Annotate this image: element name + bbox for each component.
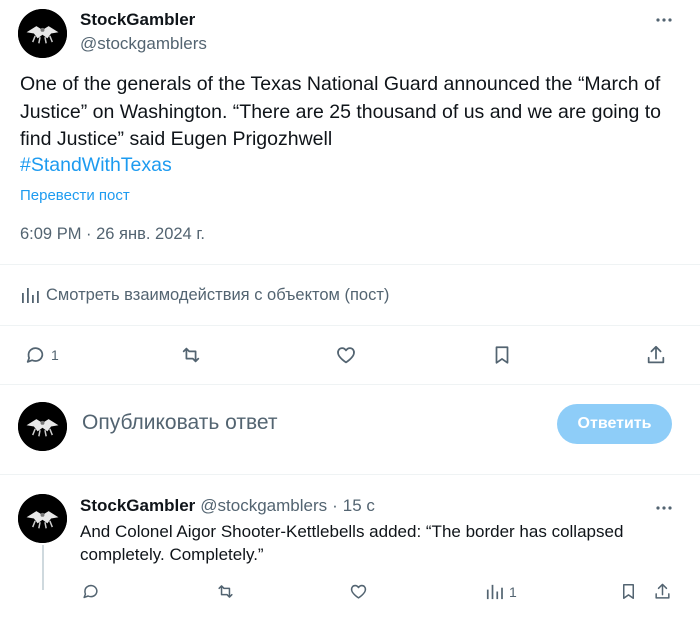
reply-icon	[83, 584, 98, 599]
reply-author-avatar[interactable]	[18, 494, 67, 543]
analytics-icon	[486, 584, 503, 600]
translate-post-link[interactable]: Перевести пост	[20, 187, 130, 204]
reply-text: And Colonel Aigor Shooter-Kettlebells ad…	[80, 522, 624, 564]
reply-views-count: 1	[509, 583, 517, 600]
reply-button[interactable]: 1	[24, 344, 59, 366]
post-text: One of the generals of the Texas Nationa…	[20, 73, 661, 150]
divider	[0, 384, 700, 385]
reply-more-options-icon[interactable]	[654, 498, 674, 518]
repost-button[interactable]	[180, 344, 202, 366]
thread-line	[42, 545, 44, 590]
share-icon	[647, 345, 665, 364]
repost-icon	[218, 585, 233, 598]
share-icon	[655, 583, 670, 599]
post-timestamp[interactable]: 6:09 PM · 26 янв. 2024 г.	[20, 225, 205, 244]
reply-author-name[interactable]: StockGambler	[80, 496, 195, 516]
reply-views-button[interactable]: 1	[485, 582, 517, 601]
heart-icon	[350, 584, 367, 599]
divider	[0, 474, 700, 475]
heart-icon	[337, 347, 355, 364]
reply-separator: ·	[332, 496, 338, 515]
reply-input[interactable]: Опубликовать ответ	[82, 411, 278, 435]
current-user-avatar[interactable]	[18, 402, 67, 451]
reply-header: StockGambler @stockgamblers · 15 с	[80, 496, 375, 516]
repost-icon	[182, 347, 200, 363]
avatar-image	[18, 9, 67, 58]
reply-share-button[interactable]	[653, 582, 672, 601]
analytics-label: Смотреть взаимодействия с объектом (пост…	[46, 285, 390, 304]
more-options-icon[interactable]	[654, 10, 674, 30]
share-button[interactable]	[645, 344, 667, 366]
reply-reply-button[interactable]	[81, 582, 100, 601]
reply-like-button[interactable]	[349, 582, 368, 601]
avatar-image	[18, 494, 67, 543]
bookmark-button[interactable]	[491, 344, 513, 366]
like-button[interactable]	[335, 344, 357, 366]
reply-submit-button[interactable]: Ответить	[557, 404, 672, 444]
author-avatar[interactable]	[18, 9, 67, 58]
analytics-icon	[22, 288, 39, 303]
hashtag-link[interactable]: #StandWithTexas	[20, 154, 172, 177]
author-handle[interactable]: @stockgamblers	[80, 34, 207, 54]
bookmark-icon	[495, 346, 509, 364]
reply-bookmark-button[interactable]	[619, 582, 638, 601]
reply-icon	[26, 347, 44, 363]
reply-count: 1	[51, 347, 59, 363]
reply-author-handle[interactable]: @stockgamblers	[200, 496, 327, 516]
divider	[0, 264, 700, 265]
reply-repost-button[interactable]	[216, 582, 235, 601]
post-analytics-link[interactable]: Смотреть взаимодействия с объектом (пост…	[20, 285, 389, 305]
bookmark-icon	[622, 584, 635, 599]
avatar-image	[18, 402, 67, 451]
divider	[0, 325, 700, 326]
author-name[interactable]: StockGambler	[80, 10, 195, 30]
reply-time[interactable]: 15 с	[343, 496, 375, 516]
